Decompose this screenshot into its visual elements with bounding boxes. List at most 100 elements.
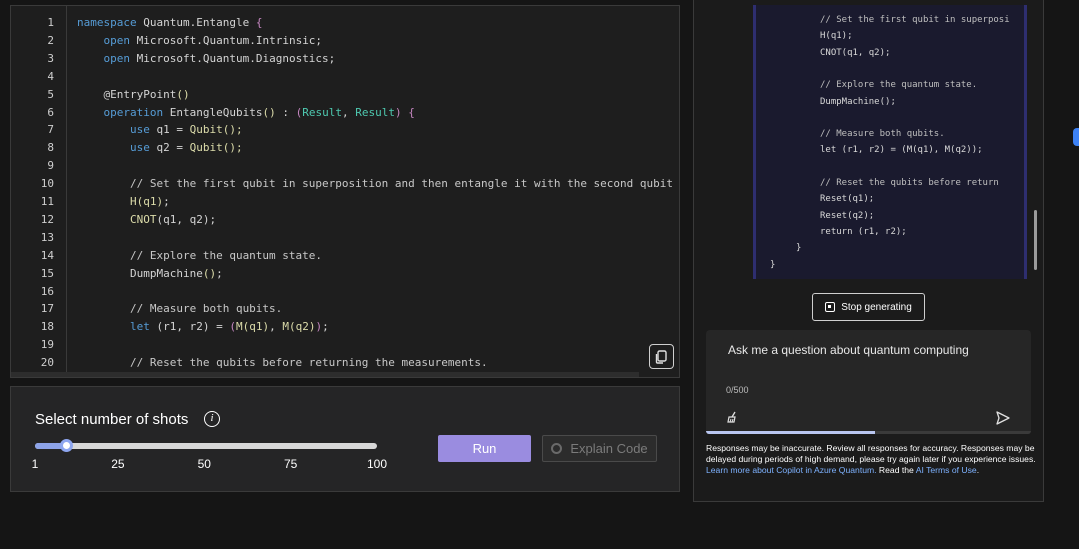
broom-icon[interactable] bbox=[726, 410, 740, 424]
learn-more-link[interactable]: Learn more about Copilot in Azure Quantu… bbox=[706, 465, 877, 475]
disclaimer-mid: Read the bbox=[876, 465, 916, 475]
code-token: DumpMachine bbox=[77, 266, 203, 280]
line-number: 18 bbox=[40, 320, 54, 334]
explain-code-button[interactable]: Explain Code bbox=[542, 435, 657, 462]
code-line: namespace Quantum.Entangle { bbox=[77, 14, 262, 31]
copilot-panel: // Set the first qubit in superposi H(q1)… bbox=[693, 0, 1044, 502]
shots-slider[interactable] bbox=[35, 439, 377, 452]
code-line: // Reset the qubits before returning the… bbox=[77, 354, 488, 371]
line-number-gutter: 123456789101112131415161718192021 bbox=[11, 6, 67, 377]
line-number: 9 bbox=[47, 159, 54, 173]
line-number: 7 bbox=[47, 123, 54, 137]
line-number: 4 bbox=[47, 69, 54, 83]
ai-terms-link[interactable]: AI Terms of Use bbox=[916, 465, 977, 475]
shots-slider-thumb[interactable] bbox=[60, 439, 74, 452]
code-token: (q1, q2); bbox=[156, 212, 217, 226]
code-token: ; bbox=[163, 195, 170, 208]
code-token: Quantum.Entangle bbox=[143, 16, 256, 29]
slider-tick-label: 75 bbox=[283, 457, 298, 471]
code-token: q1 = bbox=[156, 123, 190, 137]
stop-generating-label: Stop generating bbox=[841, 301, 912, 313]
line-number: 14 bbox=[40, 248, 54, 262]
slider-tick-label: 25 bbox=[111, 457, 125, 471]
code-token: // Reset the qubits before returning the… bbox=[77, 356, 488, 370]
code-token: @EntryPoint bbox=[77, 87, 177, 101]
generation-progress-bar bbox=[706, 431, 1031, 434]
answer-code-line: DumpMachine(); bbox=[820, 96, 896, 107]
stop-generating-button[interactable]: Stop generating bbox=[812, 293, 925, 321]
run-button[interactable]: Run bbox=[438, 435, 531, 462]
shots-title: Select number of shots bbox=[35, 411, 189, 428]
slider-tick-label: 50 bbox=[197, 457, 211, 471]
answer-code-line: } bbox=[796, 243, 802, 254]
answer-code-line: // Reset the qubits before return bbox=[820, 178, 999, 188]
code-token: q2 = bbox=[156, 141, 190, 155]
copilot-scrollbar[interactable] bbox=[1034, 210, 1037, 270]
code-editor[interactable]: 123456789101112131415161718192021 namesp… bbox=[10, 5, 680, 378]
line-number: 15 bbox=[40, 266, 54, 280]
line-number: 3 bbox=[47, 51, 54, 65]
code-token: operation bbox=[103, 105, 170, 119]
code-token: ; bbox=[216, 266, 223, 280]
chat-input[interactable]: Ask me a question about quantum computin… bbox=[728, 343, 969, 357]
code-line: @EntryPoint() bbox=[77, 86, 190, 103]
code-token: // Explore the quantum state. bbox=[77, 248, 323, 262]
code-line: CNOT(q1, q2); bbox=[77, 211, 216, 228]
disclaimer: Responses may be inaccurate. Review all … bbox=[706, 443, 1036, 476]
generation-progress-fill bbox=[706, 431, 875, 434]
code-token: , bbox=[341, 105, 356, 119]
side-panel-toggle-icon[interactable] bbox=[1073, 128, 1079, 146]
code-token: Result bbox=[302, 105, 342, 119]
line-number: 12 bbox=[40, 212, 54, 226]
code-token: () bbox=[176, 87, 190, 101]
code-token: Microsoft.Quantum.Intrinsic; bbox=[136, 33, 323, 47]
code-line: use q1 = Qubit(); bbox=[77, 121, 243, 138]
code-token: use bbox=[129, 123, 157, 137]
code-token: (r1, r2) = bbox=[156, 320, 230, 334]
code-token: M(q1) bbox=[235, 320, 270, 334]
code-area[interactable]: namespace Quantum.Entangle { open Micros… bbox=[67, 6, 679, 377]
code-token: , bbox=[269, 320, 283, 334]
line-number: 19 bbox=[40, 338, 54, 352]
copy-code-button[interactable] bbox=[649, 344, 674, 369]
editor-horizontal-scrollbar[interactable] bbox=[11, 372, 639, 377]
code-token: EntangleQubits bbox=[169, 105, 263, 119]
info-icon[interactable]: i bbox=[204, 411, 220, 427]
code-token: ) { bbox=[394, 105, 415, 119]
chat-input-box[interactable]: Ask me a question about quantum computin… bbox=[706, 330, 1031, 434]
code-token: : bbox=[282, 105, 296, 119]
answer-code-line: CNOT(q1, q2); bbox=[820, 47, 891, 58]
code-line: use q2 = Qubit(); bbox=[77, 139, 243, 156]
shots-panel: Select number of shots i 1 25 50 75 100 Run … bbox=[10, 386, 680, 492]
copy-icon bbox=[655, 349, 667, 364]
answer-code-line: // Explore the quantum state. bbox=[820, 80, 978, 91]
code-token: M(q2) bbox=[282, 320, 316, 334]
send-icon[interactable] bbox=[995, 410, 1011, 426]
line-number: 13 bbox=[40, 230, 54, 244]
code-token: CNOT bbox=[129, 212, 157, 226]
code-line: // Set the first qubit in superposition … bbox=[77, 175, 673, 192]
answer-code-line: Reset(q1); bbox=[820, 194, 875, 205]
code-token: open bbox=[103, 51, 137, 65]
explain-code-label: Explain Code bbox=[570, 441, 648, 456]
stop-icon bbox=[825, 302, 836, 312]
line-number: 11 bbox=[40, 195, 54, 208]
answer-code-line: } bbox=[770, 259, 776, 270]
code-token: let bbox=[129, 320, 157, 334]
code-token: // Measure both qubits. bbox=[77, 302, 283, 316]
code-token: Qubit(); bbox=[189, 123, 243, 137]
answer-code-line: H(q1); bbox=[820, 31, 853, 42]
line-number: 10 bbox=[40, 177, 54, 191]
answer-code-line: // Measure both qubits. bbox=[820, 129, 945, 140]
line-number: 16 bbox=[40, 284, 54, 298]
code-token: Result bbox=[355, 105, 395, 119]
code-token: H(q1) bbox=[129, 195, 164, 208]
code-token: // Set the first qubit in superposition … bbox=[77, 177, 674, 191]
slider-tick-label: 100 bbox=[366, 457, 388, 471]
line-number: 5 bbox=[47, 87, 54, 101]
